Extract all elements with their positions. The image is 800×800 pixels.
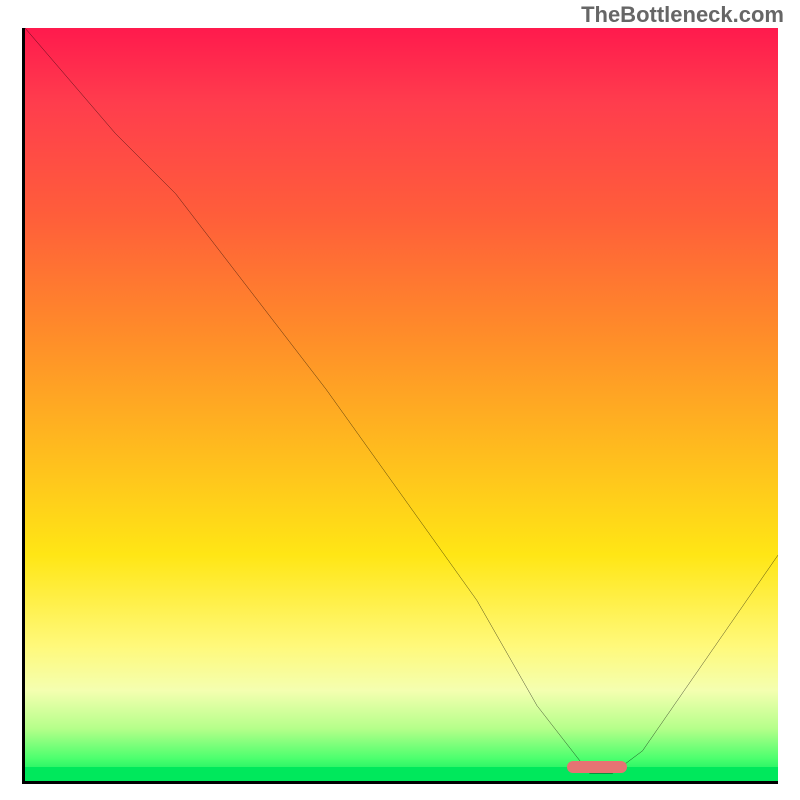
watermark-text: TheBottleneck.com <box>581 2 784 28</box>
bottleneck-curve-path <box>25 28 778 773</box>
optimal-zone-marker <box>567 761 627 773</box>
bottleneck-curve-svg <box>25 28 778 781</box>
chart-area <box>22 28 778 784</box>
